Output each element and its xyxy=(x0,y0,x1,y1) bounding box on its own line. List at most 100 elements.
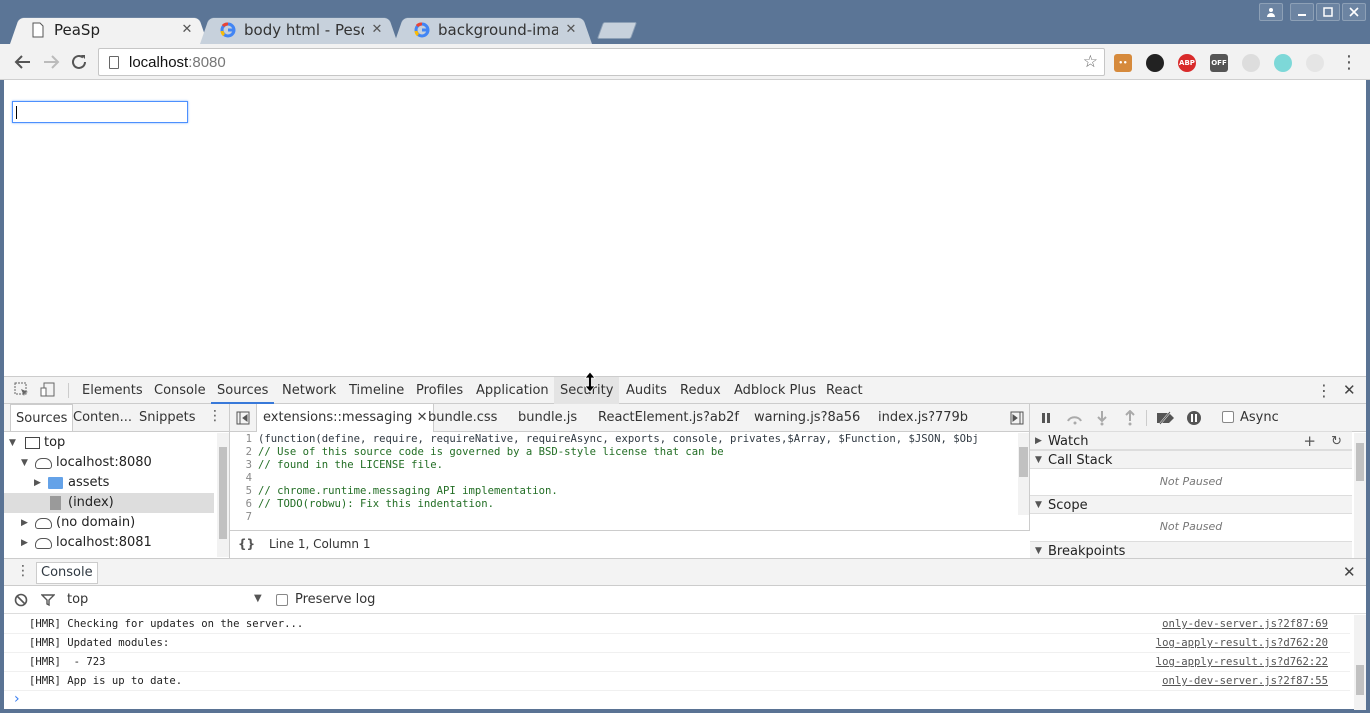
clear-console-icon[interactable] xyxy=(14,593,28,607)
redux-devtools-icon[interactable] xyxy=(1306,54,1324,72)
pretty-print-icon[interactable]: {} xyxy=(238,537,255,551)
extension-gear-icon[interactable] xyxy=(1242,54,1260,72)
close-window-button[interactable] xyxy=(1342,3,1366,21)
browser-menu-icon[interactable]: ⋮ xyxy=(1340,52,1358,73)
page-info-icon[interactable] xyxy=(109,55,119,69)
cloud-icon xyxy=(35,458,52,469)
extension-off-icon[interactable]: OFF xyxy=(1210,54,1228,72)
editor-tab-index[interactable]: index.js?779b xyxy=(872,404,974,432)
close-icon[interactable]: ✕ xyxy=(180,22,194,37)
devtools-tab-timeline[interactable]: Timeline xyxy=(343,377,410,404)
refresh-watch-icon[interactable]: ↻ xyxy=(1331,432,1342,451)
tree-item-localhost-8081[interactable]: ▶ localhost:8081 xyxy=(4,533,214,553)
drawer-tab-console[interactable]: Console xyxy=(36,562,98,584)
step-into-icon[interactable] xyxy=(1096,410,1108,426)
page-text-input[interactable] xyxy=(12,101,188,123)
page-icon xyxy=(32,22,44,37)
console-toolbar: top ▼ Preserve log xyxy=(4,586,1366,614)
tree-item-assets[interactable]: ▶ assets xyxy=(4,473,214,493)
filter-icon[interactable] xyxy=(41,593,55,607)
chevron-down-icon[interactable]: ▼ xyxy=(254,593,262,604)
tree-item-localhost-8080[interactable]: ▼ localhost:8080 xyxy=(4,453,214,473)
drawer-close-icon[interactable]: ✕ xyxy=(1343,563,1356,581)
code-vertical-scrollbar[interactable] xyxy=(1018,433,1029,515)
tree-label: (no domain) xyxy=(56,515,136,530)
editor-tab-bundle-css[interactable]: bundle.css xyxy=(422,404,503,432)
navigator-tab-snippets[interactable]: Snippets xyxy=(134,404,200,431)
browser-tab-background-image[interactable]: background-image ✕ xyxy=(394,15,592,44)
line-number: 3 xyxy=(245,459,252,471)
devtools-close-icon[interactable]: ✕ xyxy=(1343,381,1356,399)
code-view[interactable]: 1 (function(define, require, requireNativ… xyxy=(230,432,1030,529)
back-button[interactable] xyxy=(12,51,34,73)
close-icon[interactable]: ✕ xyxy=(564,22,578,37)
scope-section-header[interactable]: ▼ Scope xyxy=(1030,495,1352,514)
message-source-link[interactable]: only-dev-server.js?2f87:69 xyxy=(1162,615,1328,634)
extension-color-wheel-icon[interactable] xyxy=(1146,54,1164,72)
browser-tab-peasp[interactable]: PeaSp ✕ xyxy=(10,15,208,44)
cursor-position: Line 1, Column 1 xyxy=(269,537,371,551)
code-line: 7 xyxy=(230,511,258,524)
device-toolbar-icon[interactable] xyxy=(40,382,56,398)
toggle-navigator-icon[interactable] xyxy=(236,411,250,425)
preserve-log-checkbox[interactable] xyxy=(276,594,288,606)
navigator-scrollbar[interactable] xyxy=(217,433,229,557)
call-stack-section-header[interactable]: ▼ Call Stack xyxy=(1030,450,1352,469)
file-icon xyxy=(50,496,61,510)
devtools-tab-sources[interactable]: Sources xyxy=(211,377,275,404)
devtools-tab-application[interactable]: Application xyxy=(470,377,555,404)
pause-on-exceptions-icon[interactable] xyxy=(1186,410,1202,426)
devtools-tab-adblock-plus[interactable]: Adblock Plus xyxy=(728,377,822,404)
message-source-link[interactable]: log-apply-result.js?d762:20 xyxy=(1156,634,1328,653)
editor-tab-warning[interactable]: warning.js?8a56 xyxy=(748,404,866,432)
tree-item-index[interactable]: (index) xyxy=(4,493,214,513)
navigator-menu-icon[interactable]: ⋮ xyxy=(208,408,222,424)
extension-face-icon[interactable]: •• xyxy=(1114,54,1132,72)
inspect-element-icon[interactable] xyxy=(14,382,30,398)
toggle-debugger-icon[interactable] xyxy=(1010,411,1024,425)
editor-tab-extensions-messaging[interactable]: extensions::messaging ✕ xyxy=(256,404,435,432)
profile-icon[interactable] xyxy=(1259,3,1283,21)
bookmark-star-icon[interactable]: ☆ xyxy=(1083,52,1098,72)
adblock-plus-icon[interactable]: ABP xyxy=(1178,54,1196,72)
message-source-link[interactable]: only-dev-server.js?2f87:55 xyxy=(1162,672,1328,691)
devtools-tab-network[interactable]: Network xyxy=(276,377,342,404)
devtools-tab-elements[interactable]: Elements xyxy=(76,377,149,404)
step-over-icon[interactable] xyxy=(1066,411,1084,425)
devtools-tab-console[interactable]: Console xyxy=(148,377,212,404)
editor-tab-reactelement[interactable]: ReactElement.js?ab2f xyxy=(592,404,745,432)
devtools-menu-icon[interactable]: ⋮ xyxy=(1316,381,1332,400)
message-source-link[interactable]: log-apply-result.js?d762:22 xyxy=(1156,653,1328,672)
browser-tab-google-search[interactable]: body html - Pesqui ✕ xyxy=(200,15,398,44)
minimize-button[interactable] xyxy=(1290,3,1314,21)
tree-item-top[interactable]: ▼ top xyxy=(4,433,214,453)
forward-button[interactable] xyxy=(40,51,62,73)
maximize-button[interactable] xyxy=(1316,3,1340,21)
step-out-icon[interactable] xyxy=(1124,410,1136,426)
navigator-tab-content-scripts[interactable]: Conten... xyxy=(68,404,137,431)
console-scrollbar[interactable] xyxy=(1354,615,1366,710)
new-tab-button[interactable] xyxy=(596,22,638,39)
devtools-tab-profiles[interactable]: Profiles xyxy=(410,377,469,404)
reload-button[interactable] xyxy=(68,51,90,73)
debugger-scrollbar[interactable] xyxy=(1354,433,1366,558)
navigator-tab-sources[interactable]: Sources xyxy=(10,404,74,431)
devtools-tab-react[interactable]: React xyxy=(820,377,869,404)
address-bar[interactable]: localhost:8080 ☆ xyxy=(98,48,1105,76)
editor-tab-bundle-js[interactable]: bundle.js xyxy=(512,404,583,432)
async-checkbox[interactable] xyxy=(1222,411,1234,423)
console-prompt[interactable]: › xyxy=(4,691,1350,710)
pause-icon[interactable] xyxy=(1040,412,1052,424)
sources-panel: Sources Conten... Snippets ⋮ ▼ top ▼ loc… xyxy=(4,404,1366,560)
close-icon[interactable]: ✕ xyxy=(370,22,384,37)
devtools-tab-audits[interactable]: Audits xyxy=(620,377,673,404)
deactivate-breakpoints-icon[interactable] xyxy=(1156,411,1176,425)
tree-item-no-domain[interactable]: ▶ (no domain) xyxy=(4,513,214,533)
add-watch-icon[interactable]: + xyxy=(1303,432,1316,451)
watch-section-header[interactable]: ▶ Watch + ↻ xyxy=(1030,431,1352,450)
devtools-tab-redux[interactable]: Redux xyxy=(674,377,727,404)
collapse-triangle-icon: ▼ xyxy=(1035,455,1042,465)
context-selector[interactable]: top xyxy=(67,592,88,607)
react-devtools-icon[interactable] xyxy=(1274,54,1292,72)
drawer-menu-icon[interactable]: ⋮ xyxy=(16,563,30,579)
